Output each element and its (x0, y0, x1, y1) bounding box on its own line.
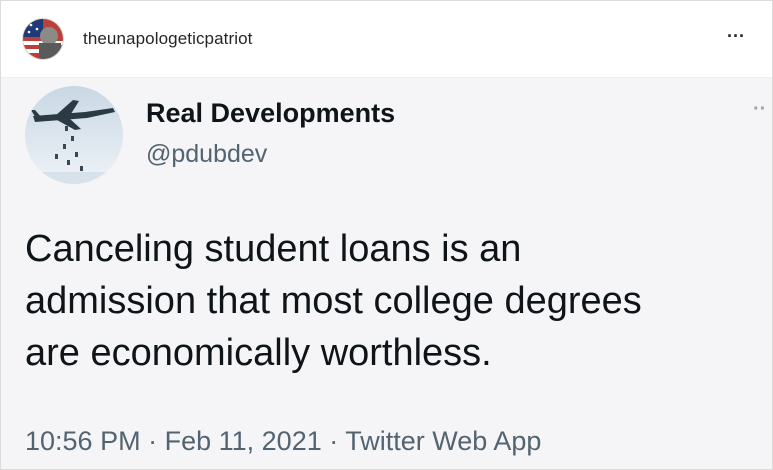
avatar[interactable] (23, 19, 63, 59)
avatar-image (23, 19, 63, 59)
bomber-plane-image (25, 86, 123, 184)
tweet-date: Feb 11, 2021 (164, 426, 322, 456)
tweet-text-line: Canceling student loans is an (25, 228, 522, 270)
tweet-metadata: 10:56 PM · Feb 11, 2021 · Twitter Web Ap… (25, 426, 541, 457)
post-card: theunapologeticpatriot ··· Real Developm… (0, 0, 773, 470)
tweet-source: Twitter Web App (345, 426, 542, 456)
tweet-text: Canceling student loans is an admission … (25, 223, 765, 379)
post-image: Real Developments @pdubdev ·· Canceling … (1, 78, 772, 469)
tweet-avatar (25, 86, 123, 184)
more-options-icon[interactable]: ··· (727, 27, 751, 45)
separator: · (148, 426, 158, 456)
separator: · (329, 426, 339, 456)
tweet-display-name: Real Developments (146, 98, 396, 128)
tweet-text-line: admission that most college degrees (25, 280, 642, 322)
tweet-time: 10:56 PM (25, 426, 141, 456)
post-header: theunapologeticpatriot ··· (1, 1, 772, 78)
tweet-handle: @pdubdev (146, 140, 268, 168)
username-link[interactable]: theunapologeticpatriot (83, 29, 253, 49)
tweet-more-icon: ·· (753, 98, 767, 120)
tweet-text-line: are economically worthless. (25, 332, 492, 374)
